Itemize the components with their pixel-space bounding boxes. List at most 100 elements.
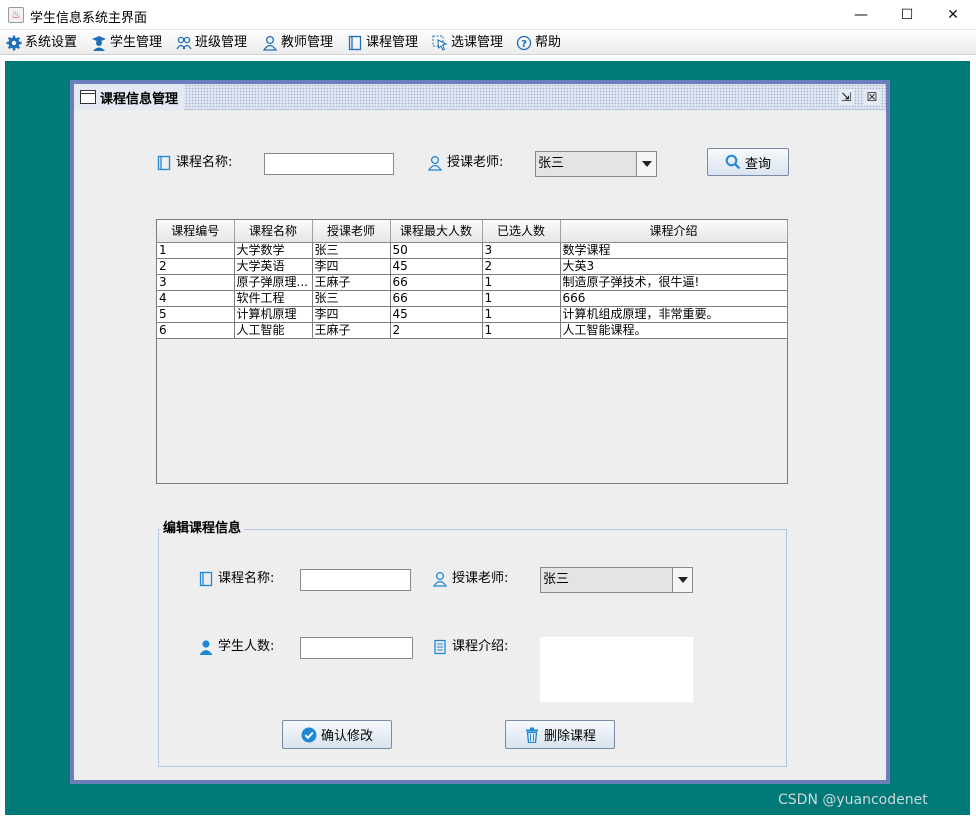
table-cell: 大英3 [560, 258, 788, 275]
table-row[interactable]: 4 软件工程 张三 66 1 666 [157, 290, 788, 307]
label-text: 授课老师: [447, 155, 504, 170]
java-app-icon: ♨ [8, 7, 24, 23]
table-cell: 1 [482, 306, 561, 323]
chevron-down-icon[interactable] [672, 568, 692, 592]
minimize-button[interactable]: — [838, 0, 884, 30]
table-row[interactable]: 5 计算机原理 李四 45 1 计算机组成原理，非常重要。 [157, 306, 788, 323]
menu-label: 帮助 [535, 35, 562, 50]
svg-text:?: ? [521, 39, 527, 50]
label-text: 课程名称: [218, 571, 275, 586]
table-cell: 66 [390, 274, 483, 291]
delete-course-button[interactable]: 删除课程 [505, 720, 615, 749]
column-header[interactable]: 课程介绍 [560, 220, 788, 243]
menu-selection-management[interactable]: 选课管理 [432, 33, 503, 53]
watermark-text: CSDN @yuancodenet [778, 792, 928, 808]
user-icon [199, 640, 213, 655]
book-icon [199, 571, 213, 587]
table-cell: 数学课程 [560, 242, 788, 259]
help-icon: ? [516, 35, 532, 51]
table-cell: 45 [390, 306, 483, 323]
button-label: 确认修改 [320, 729, 373, 744]
menu-label: 系统设置 [25, 35, 78, 50]
column-header[interactable]: 课程最大人数 [390, 220, 483, 243]
table-cell: 人工智能课程。 [560, 322, 788, 339]
column-header[interactable]: 课程名称 [234, 220, 313, 243]
maximize-button[interactable]: ☐ [884, 0, 930, 30]
edit-intro-label: 课程介绍: [432, 637, 508, 657]
edit-students-input[interactable] [300, 637, 413, 659]
frame-titlebar[interactable]: 课程信息管理 ⇲ ☒ [74, 84, 886, 110]
column-header[interactable]: 已选人数 [482, 220, 561, 243]
table-cell: 2 [390, 322, 483, 339]
close-button[interactable]: ✕ [930, 0, 976, 30]
menu-teacher-management[interactable]: 教师管理 [262, 33, 333, 53]
window-title: 学生信息系统主界面 [30, 11, 148, 26]
button-label: 查询 [744, 156, 771, 172]
table-cell: 5 [157, 306, 235, 323]
menu-course-management[interactable]: 课程管理 [347, 33, 418, 53]
menu-system-settings[interactable]: 系统设置 [6, 33, 77, 53]
table-cell: 1 [157, 242, 235, 259]
gear-icon [6, 35, 22, 51]
teacher-icon [262, 35, 278, 51]
table-cell: 李四 [312, 306, 391, 323]
select-value: 张三 [543, 572, 570, 587]
edit-course-input[interactable] [300, 569, 411, 591]
table-cell: 666 [560, 290, 788, 307]
book-icon [157, 155, 171, 171]
edit-teacher-label: 授课老师: [432, 569, 508, 589]
table-cell: 1 [482, 290, 561, 307]
table-cell: 张三 [312, 242, 391, 259]
label-text: 授课老师: [452, 571, 509, 586]
class-icon [176, 36, 192, 50]
edit-teacher-select[interactable]: 张三 [540, 567, 693, 593]
edit-intro-textarea[interactable] [540, 637, 693, 702]
trash-icon [525, 727, 538, 743]
table-row[interactable]: 2 大学英语 李四 45 2 大英3 [157, 258, 788, 275]
query-button[interactable]: 查询 [707, 148, 789, 176]
column-header[interactable]: 课程编号 [157, 220, 235, 243]
table-cell: 3 [482, 242, 561, 259]
frame-close-button[interactable]: ☒ [864, 89, 880, 105]
table-cell: 计算机组成原理，非常重要。 [560, 306, 788, 323]
frame-title: 课程信息管理 [100, 91, 179, 107]
table-cell: 大学数学 [234, 242, 313, 259]
table-cell: 李四 [312, 258, 391, 275]
column-header[interactable]: 授课老师 [312, 220, 391, 243]
menu-help[interactable]: ? 帮助 [516, 33, 561, 53]
table-cell: 张三 [312, 290, 391, 307]
table-row[interactable]: 6 人工智能 王麻子 2 1 人工智能课程。 [157, 322, 788, 339]
search-teacher-select[interactable]: 张三 [535, 151, 657, 177]
label-text: 学生人数: [218, 639, 275, 654]
select-value: 张三 [538, 156, 565, 171]
search-course-input[interactable] [264, 153, 394, 175]
search-course-label: 课程名称: [156, 153, 232, 173]
frame-title-box: 课程信息管理 [74, 84, 185, 110]
menu-student-management[interactable]: 学生管理 [91, 33, 162, 53]
frame-restore-button[interactable]: ⇲ [838, 89, 854, 105]
confirm-edit-button[interactable]: 确认修改 [282, 720, 392, 749]
table-cell: 2 [482, 258, 561, 275]
table-header-row: 课程编号 课程名称 授课老师 课程最大人数 已选人数 课程介绍 [157, 220, 788, 243]
search-teacher-label: 授课老师: [427, 153, 503, 173]
table-cell: 王麻子 [312, 322, 391, 339]
edit-course-label: 课程名称: [198, 569, 274, 589]
table-cell: 1 [482, 274, 561, 291]
label-text: 课程介绍: [452, 639, 509, 654]
table-cell: 计算机原理 [234, 306, 313, 323]
chevron-down-icon[interactable] [636, 152, 656, 176]
table-cell: 人工智能 [234, 322, 313, 339]
course-table[interactable]: 课程编号 课程名称 授课老师 课程最大人数 已选人数 课程介绍 1 大学数学 张三 5… [156, 219, 788, 484]
menu-label: 选课管理 [451, 35, 504, 50]
table-cell: 2 [157, 258, 235, 275]
table-cell: 制造原子弹技术，很牛逼! [560, 274, 788, 291]
table-cell: 66 [390, 290, 483, 307]
cursor-select-icon [432, 35, 448, 51]
menu-label: 学生管理 [110, 35, 163, 50]
search-icon [725, 154, 741, 170]
table-row[interactable]: 3 原子弹原理... 王麻子 66 1 制造原子弹技术，很牛逼! [157, 274, 788, 291]
table-cell: 4 [157, 290, 235, 307]
table-row[interactable]: 1 大学数学 张三 50 3 数学课程 [157, 242, 788, 259]
menu-bar: 系统设置 学生管理 班级管理 教师管理 课程管理 选课管理 ? 帮助 [0, 30, 976, 55]
menu-class-management[interactable]: 班级管理 [176, 33, 247, 53]
